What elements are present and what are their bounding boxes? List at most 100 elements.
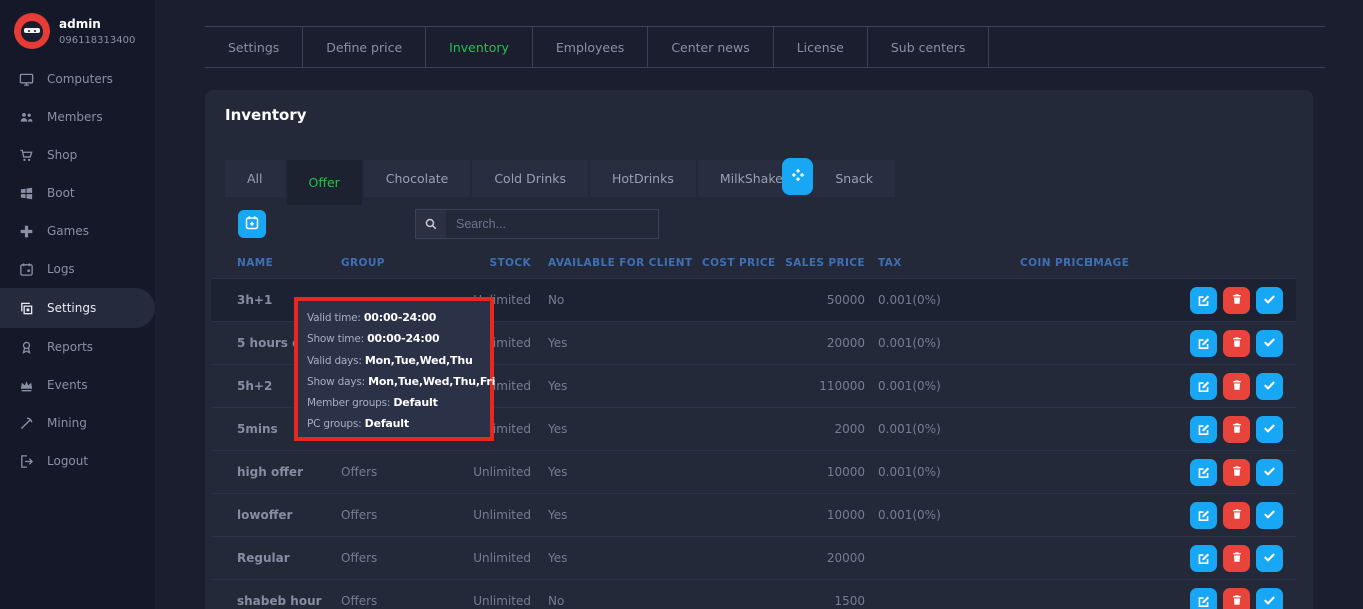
cell-sales-price: 10000 xyxy=(765,451,865,494)
cell-available: No xyxy=(548,580,564,609)
check-icon xyxy=(1263,379,1276,395)
crown-icon xyxy=(19,378,34,393)
edit-icon xyxy=(1197,551,1210,567)
cell-available: Yes xyxy=(548,408,567,451)
confirm-button[interactable] xyxy=(1256,330,1283,357)
cell-available: Yes xyxy=(548,537,567,580)
tab-license[interactable]: License xyxy=(774,27,868,67)
cell-stock: Unlimited xyxy=(431,580,531,609)
check-icon xyxy=(1263,465,1276,481)
calendar-add-button[interactable] xyxy=(238,210,266,238)
delete-button[interactable] xyxy=(1223,502,1250,529)
confirm-button[interactable] xyxy=(1256,588,1283,609)
tooltip-row: Show time: 00:00-24:00 xyxy=(307,328,481,349)
tab-center-news[interactable]: Center news xyxy=(648,27,773,67)
sidebar-item-events[interactable]: Events xyxy=(0,366,155,404)
edit-button[interactable] xyxy=(1190,287,1217,314)
cell-sales-price: 50000 xyxy=(765,279,865,322)
delete-button[interactable] xyxy=(1223,588,1250,609)
confirm-button[interactable] xyxy=(1256,416,1283,443)
sidebar-item-logs[interactable]: Logs xyxy=(0,250,155,288)
confirm-button[interactable] xyxy=(1256,502,1283,529)
edit-button[interactable] xyxy=(1190,416,1217,443)
sidebar-item-boot[interactable]: Boot xyxy=(0,174,155,212)
category-tab-all[interactable]: All xyxy=(225,160,285,197)
sidebar-item-computers[interactable]: Computers xyxy=(0,60,155,98)
sidebar-item-members[interactable]: Members xyxy=(0,98,155,136)
table-row[interactable]: Regular Offers Unlimited Yes 20000 xyxy=(211,536,1296,579)
people-icon xyxy=(19,110,34,125)
cell-sales-price: 10000 xyxy=(765,494,865,537)
edit-button[interactable] xyxy=(1190,373,1217,400)
cell-group: Offers xyxy=(341,451,377,494)
delete-button[interactable] xyxy=(1223,287,1250,314)
confirm-button[interactable] xyxy=(1256,287,1283,314)
table-row[interactable]: shabeb hour Offers Unlimited No 1500 xyxy=(211,579,1296,609)
edit-button[interactable] xyxy=(1190,545,1217,572)
tab-employees[interactable]: Employees xyxy=(533,27,648,67)
confirm-button[interactable] xyxy=(1256,459,1283,486)
check-icon xyxy=(1263,336,1276,352)
table-row[interactable]: high offer Offers Unlimited Yes 10000 0.… xyxy=(211,450,1296,493)
delete-button[interactable] xyxy=(1223,459,1250,486)
delete-button[interactable] xyxy=(1223,330,1250,357)
edit-button[interactable] xyxy=(1190,330,1217,357)
tab-define-price[interactable]: Define price xyxy=(303,27,426,67)
delete-button[interactable] xyxy=(1223,545,1250,572)
sidebar-item-games[interactable]: Games xyxy=(0,212,155,250)
check-icon xyxy=(1263,508,1276,524)
row-actions xyxy=(1190,330,1283,357)
edit-button[interactable] xyxy=(1190,588,1217,609)
calendar-icon xyxy=(19,262,34,277)
page-title: Inventory xyxy=(225,106,307,124)
sidebar-item-settings[interactable]: Settings xyxy=(0,288,155,328)
sidebar-item-label: Shop xyxy=(47,148,77,162)
delete-button[interactable] xyxy=(1223,416,1250,443)
category-tab-offer[interactable]: Offer xyxy=(287,160,362,205)
windows-icon xyxy=(19,186,34,201)
confirm-button[interactable] xyxy=(1256,373,1283,400)
sidebar-menu: Computers Members Shop Boot Games Logs xyxy=(0,60,155,480)
cell-available: Yes xyxy=(548,322,567,365)
cell-tax: 0.001(0%) xyxy=(878,408,941,451)
tab-inventory[interactable]: Inventory xyxy=(426,27,533,67)
cell-available: Yes xyxy=(548,494,567,537)
category-tab-cold-drinks[interactable]: Cold Drinks xyxy=(472,160,588,197)
user-phone: 096118313400 xyxy=(59,35,135,46)
trash-icon xyxy=(1231,336,1243,351)
sidebar-item-logout[interactable]: Logout xyxy=(0,442,155,480)
settings-tab-bar: Settings Define price Inventory Employee… xyxy=(205,26,1325,68)
sidebar: admin 096118313400 Computers Members Sho… xyxy=(0,0,155,609)
cell-name: Regular xyxy=(237,537,290,580)
sidebar-item-reports[interactable]: Reports xyxy=(0,328,155,366)
edit-button[interactable] xyxy=(1190,502,1217,529)
check-icon xyxy=(1263,551,1276,567)
delete-button[interactable] xyxy=(1223,373,1250,400)
category-tab-chocolate[interactable]: Chocolate xyxy=(364,160,471,197)
cell-stock: Unlimited xyxy=(431,451,531,494)
avatar xyxy=(14,13,50,49)
cell-group: Offers xyxy=(341,494,377,537)
sidebar-item-label: Computers xyxy=(47,72,113,86)
column-stock: STOCK xyxy=(431,257,531,269)
column-name: NAME xyxy=(237,257,273,269)
sidebar-item-mining[interactable]: Mining xyxy=(0,404,155,442)
category-tab-snack[interactable]: Snack xyxy=(813,160,895,197)
cell-stock: Unlimited xyxy=(431,537,531,580)
column-sales-price: SALES PRICE xyxy=(765,257,865,269)
manage-categories-button[interactable] xyxy=(782,158,813,195)
sidebar-item-label: Mining xyxy=(47,416,87,430)
app-root: admin 096118313400 Computers Members Sho… xyxy=(0,0,1363,609)
tab-sub-centers[interactable]: Sub centers xyxy=(868,27,990,67)
confirm-button[interactable] xyxy=(1256,545,1283,572)
tab-settings[interactable]: Settings xyxy=(205,27,303,67)
category-tab-hotdrinks[interactable]: HotDrinks xyxy=(590,160,696,197)
cell-tax: 0.001(0%) xyxy=(878,451,941,494)
edit-button[interactable] xyxy=(1190,459,1217,486)
trash-icon xyxy=(1231,551,1243,566)
trash-icon xyxy=(1231,465,1243,480)
table-row[interactable]: lowoffer Offers Unlimited Yes 10000 0.00… xyxy=(211,493,1296,536)
sidebar-item-shop[interactable]: Shop xyxy=(0,136,155,174)
search-input[interactable] xyxy=(446,210,658,238)
edit-icon xyxy=(1197,379,1210,395)
